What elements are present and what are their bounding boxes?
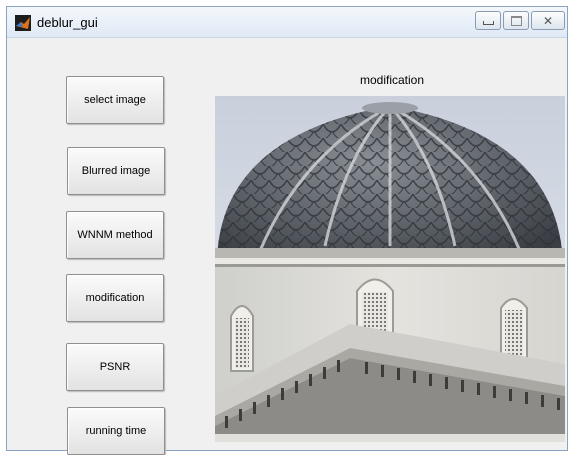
image-axes — [215, 96, 565, 442]
modification-button[interactable]: modification — [66, 274, 164, 322]
dome-image — [215, 96, 565, 442]
blurred-image-button[interactable]: Blurred image — [67, 147, 165, 195]
wnnm-method-button[interactable]: WNNM method — [66, 211, 164, 259]
psnr-button[interactable]: PSNR — [66, 343, 164, 391]
minimize-icon — [482, 21, 494, 25]
close-icon: ✕ — [542, 13, 554, 28]
maximize-icon — [510, 15, 522, 26]
matlab-logo-icon — [15, 15, 31, 31]
title-bar[interactable]: deblur_gui ✕ — [7, 7, 567, 38]
figure-client-area: select image Blurred image WNNM method m… — [7, 38, 567, 455]
running-time-button[interactable]: running time — [67, 407, 165, 455]
select-image-button[interactable]: select image — [66, 76, 164, 124]
window-title: deblur_gui — [37, 15, 98, 30]
close-button[interactable]: ✕ — [531, 11, 565, 30]
app-window: deblur_gui ✕ select image Blurred image … — [6, 6, 568, 455]
minimize-button[interactable] — [475, 11, 501, 30]
axes-title: modification — [359, 73, 425, 87]
maximize-button[interactable] — [503, 11, 529, 30]
